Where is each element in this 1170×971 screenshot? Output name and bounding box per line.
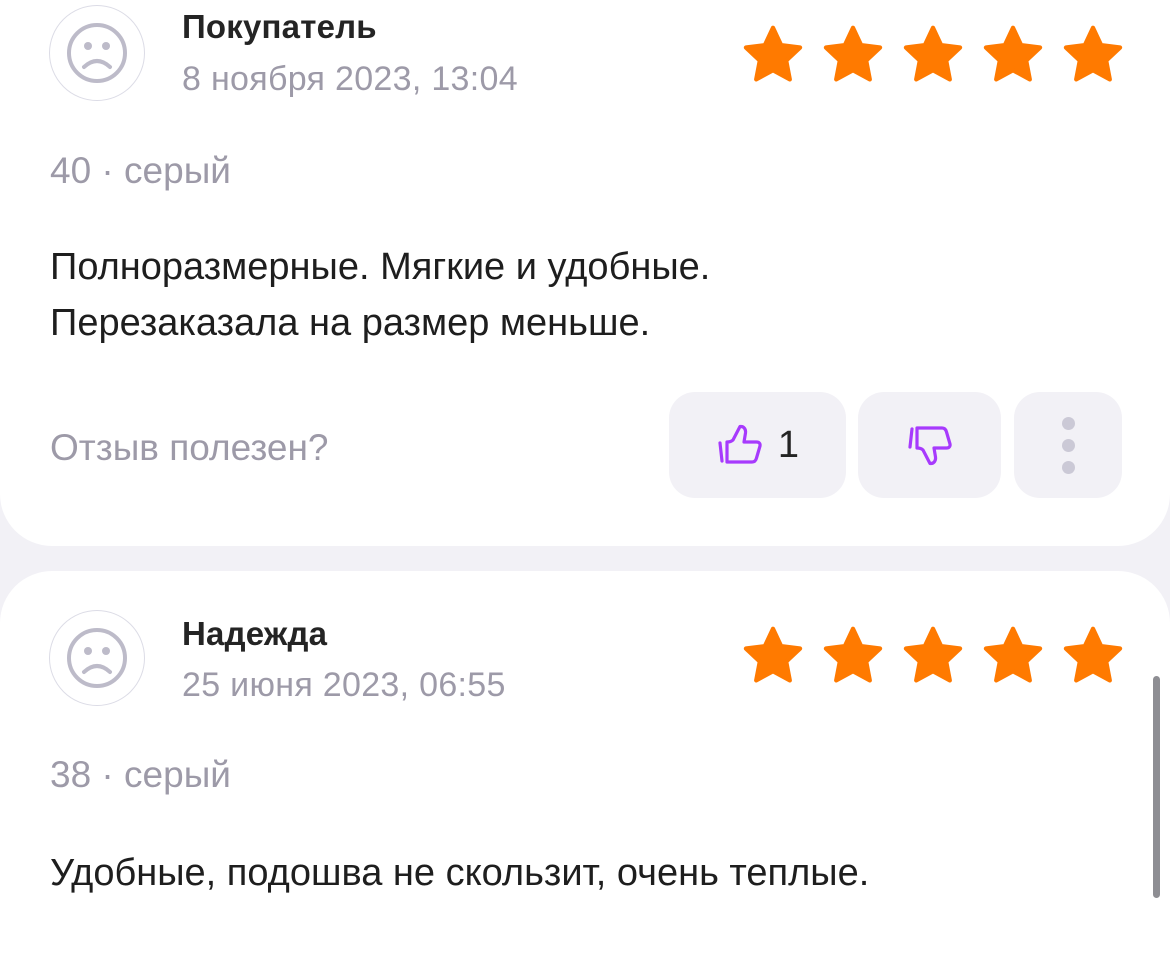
review-text-line: Перезаказала на размер меньше. xyxy=(50,302,651,344)
star-icon xyxy=(743,25,803,82)
review-text: Полноразмерные. Мягкие и удобные. Переза… xyxy=(50,239,1130,351)
more-vertical-icon xyxy=(1061,416,1075,430)
review-date: 25 июня 2023, 06:55 xyxy=(182,666,506,704)
like-button[interactable]: 1 xyxy=(669,392,846,498)
review-variant: 40 · серый xyxy=(50,150,231,191)
star-icon xyxy=(823,25,883,82)
review-text-line: Удобные, подошва не скользит, очень тепл… xyxy=(50,852,870,894)
star-icon xyxy=(743,626,803,683)
rating-stars xyxy=(740,23,1126,87)
review-card: Надежда 25 июня 2023, 06:55 38 · серый У… xyxy=(0,571,1170,971)
avatar xyxy=(49,610,145,706)
sad-face-icon xyxy=(67,23,127,83)
review-text-line: Полноразмерные. Мягкие и удобные. xyxy=(50,246,711,288)
star-icon xyxy=(903,626,963,683)
rating-stars xyxy=(740,624,1126,688)
more-options-button[interactable] xyxy=(1014,392,1122,498)
star-icon xyxy=(983,626,1043,683)
scrollbar[interactable] xyxy=(1153,676,1160,898)
star-icon xyxy=(983,25,1043,82)
thumbs-down-icon xyxy=(907,426,952,466)
star-icon xyxy=(903,25,963,82)
dislike-button[interactable] xyxy=(858,392,1001,498)
more-vertical-icon-dot xyxy=(1061,438,1075,452)
review-author: Надежда xyxy=(182,615,328,652)
sad-face-icon xyxy=(67,628,127,688)
star-icon xyxy=(823,626,883,683)
more-vertical-icon-dot xyxy=(1061,460,1075,474)
avatar xyxy=(49,5,145,101)
review-date: 8 ноября 2023, 13:04 xyxy=(182,60,518,98)
review-variant: 38 · серый xyxy=(50,754,231,795)
star-icon xyxy=(1063,25,1123,82)
thumbs-up-icon xyxy=(718,424,762,464)
review-text: Удобные, подошва не скользит, очень тепл… xyxy=(50,845,1130,901)
review-author: Покупатель xyxy=(182,8,377,45)
like-count: 1 xyxy=(777,423,800,466)
helpful-question: Отзыв полезен? xyxy=(50,427,329,468)
star-icon xyxy=(1063,626,1123,683)
